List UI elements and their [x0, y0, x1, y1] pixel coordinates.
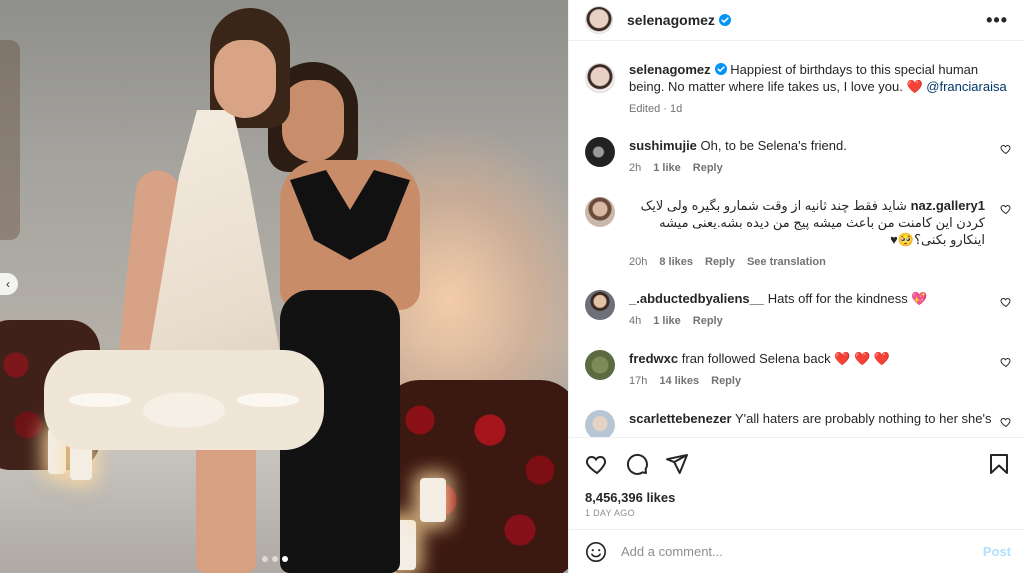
- comment-text: scarlettebenezer Y'all haters are probab…: [629, 410, 1009, 427]
- reply-button[interactable]: Reply: [711, 375, 741, 387]
- post-actions: 8,456,396 likes 1 DAY AGO: [569, 437, 1024, 529]
- avatar[interactable]: [585, 6, 613, 34]
- post-username[interactable]: selenagomez: [627, 12, 731, 28]
- avatar[interactable]: [585, 197, 615, 227]
- comment-likes[interactable]: 14 likes: [659, 375, 699, 387]
- heart-icon[interactable]: [1000, 203, 1012, 215]
- more-options-icon[interactable]: •••: [986, 10, 1008, 31]
- comment-composer: Post: [569, 529, 1024, 573]
- photo-wall-detail: [0, 40, 20, 240]
- verified-badge-icon: [718, 14, 731, 26]
- post-comment-button[interactable]: Post: [983, 544, 1011, 559]
- comment-time: 20h: [629, 256, 648, 268]
- comment-likes[interactable]: 8 likes: [659, 256, 693, 268]
- comment-item: sushimujie Oh, to be Selena's friend. 2h…: [585, 137, 1012, 174]
- heart-icon[interactable]: [1000, 143, 1012, 155]
- comment-time: 2h: [629, 162, 642, 174]
- heart-icon[interactable]: [1000, 296, 1012, 308]
- likes-count[interactable]: 8,456,396 likes: [585, 490, 675, 505]
- comment-input[interactable]: [621, 544, 961, 559]
- comment-time: 17h: [629, 375, 648, 387]
- comment-likes[interactable]: 1 like: [653, 162, 681, 174]
- comment-item: _.abductedbyaliens__ Hats off for the ki…: [585, 290, 1012, 327]
- post-header: selenagomez •••: [569, 0, 1024, 41]
- comment-username[interactable]: scarlettebenezer: [629, 411, 732, 426]
- comment-body: Hats off for the kindness: [767, 291, 908, 306]
- comment-text: naz.gallery1 شاید فقط چند ثانیه از وقت ش…: [629, 197, 1009, 248]
- carousel-dot: [262, 556, 268, 562]
- chevron-left-icon[interactable]: ‹: [0, 273, 18, 295]
- post-date[interactable]: 1 DAY AGO: [585, 508, 635, 518]
- comment-username[interactable]: fredwxc: [629, 351, 678, 366]
- heart-icon[interactable]: [585, 452, 609, 476]
- comment-body: Y'all haters are probably nothing to her…: [735, 411, 992, 426]
- caption-time: 1d: [669, 103, 683, 115]
- comment-body: Oh, to be Selena's friend.: [700, 138, 847, 153]
- reply-button[interactable]: Reply: [693, 162, 723, 174]
- comment-likes[interactable]: 1 like: [653, 315, 681, 327]
- caption-text: selenagomez Happiest of birthdays to thi…: [629, 61, 1009, 95]
- comment-item: scarlettebenezer Y'all haters are probab…: [585, 410, 1012, 437]
- photo-candle: [420, 478, 446, 522]
- heart-icon[interactable]: [1000, 416, 1012, 428]
- carousel-dots: [262, 556, 288, 562]
- heart-emoji: ❤️ ❤️ ❤️: [834, 351, 891, 366]
- edited-label: Edited: [629, 103, 661, 115]
- comment-meta: 4h 1 like Reply: [629, 315, 1009, 327]
- photo-person-left-face: [214, 40, 276, 118]
- comment-item: naz.gallery1 شاید فقط چند ثانیه از وقت ش…: [585, 197, 1012, 268]
- share-icon[interactable]: [665, 452, 689, 476]
- heart-icon[interactable]: [1000, 356, 1012, 368]
- verified-badge-icon: [714, 63, 727, 75]
- post-photo[interactable]: ‹: [0, 0, 568, 573]
- see-translation-button[interactable]: See translation: [747, 256, 826, 268]
- comment-username[interactable]: naz.gallery1: [911, 198, 985, 213]
- sparkle-heart-emoji: 💖: [911, 291, 928, 306]
- comment-meta: 2h 1 like Reply: [629, 162, 1009, 174]
- avatar[interactable]: [585, 137, 615, 167]
- comment-username[interactable]: _.abductedbyaliens__: [629, 291, 764, 306]
- reply-button[interactable]: Reply: [693, 315, 723, 327]
- avatar[interactable]: [585, 410, 615, 437]
- photo-person-left-legs: [196, 440, 256, 573]
- avatar[interactable]: [585, 63, 615, 93]
- comment-meta: 20h 8 likes Reply See translation: [629, 256, 1009, 268]
- comment-text: sushimujie Oh, to be Selena's friend.: [629, 137, 1009, 154]
- comment-text: fredwxc fran followed Selena back ❤️ ❤️ …: [629, 350, 1009, 367]
- comment-icon[interactable]: [625, 452, 649, 476]
- comment-time: 4h: [629, 315, 642, 327]
- emoji-icon[interactable]: [585, 541, 607, 563]
- comment-item: fredwxc fran followed Selena back ❤️ ❤️ …: [585, 350, 1012, 387]
- comment-text: _.abductedbyaliens__ Hats off for the ki…: [629, 290, 1009, 307]
- comment-body: fran followed Selena back: [681, 351, 831, 366]
- heart-emoji: ❤️: [906, 79, 923, 94]
- carousel-dot: [272, 556, 278, 562]
- caption-meta: Edited · 1d: [629, 103, 683, 115]
- photo-person-right-face: [282, 80, 344, 162]
- caption: selenagomez Happiest of birthdays to thi…: [585, 61, 1009, 115]
- caption-username[interactable]: selenagomez: [629, 62, 711, 77]
- avatar[interactable]: [585, 290, 615, 320]
- caption-mention[interactable]: @franciaraisa: [926, 79, 1006, 94]
- avatar[interactable]: [585, 350, 615, 380]
- reply-button[interactable]: Reply: [705, 256, 735, 268]
- comment-username[interactable]: sushimujie: [629, 138, 697, 153]
- comment-meta: 17h 14 likes Reply: [629, 375, 1009, 387]
- bookmark-icon[interactable]: [987, 452, 1011, 479]
- post-detail-pane: selenagomez ••• selenagomez Happiest of …: [568, 0, 1024, 573]
- comments-list[interactable]: selenagomez Happiest of birthdays to thi…: [569, 41, 1024, 437]
- carousel-dot: [282, 556, 288, 562]
- photo-person-left-feathers: [44, 350, 324, 450]
